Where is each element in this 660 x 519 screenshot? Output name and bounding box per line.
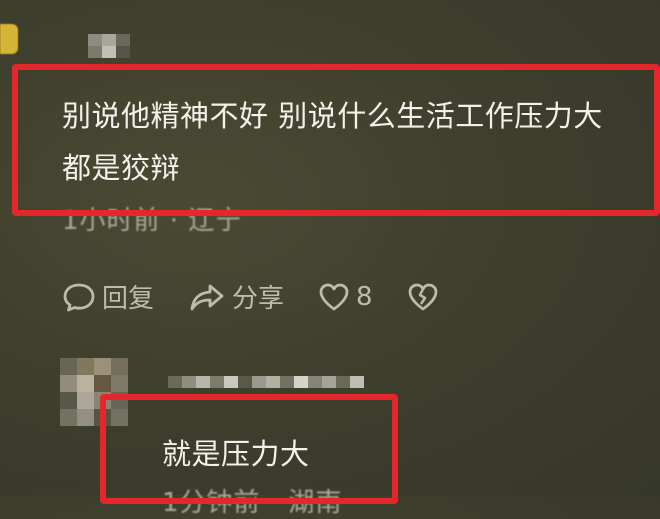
share-label: 分享 xyxy=(232,284,285,314)
heart-icon xyxy=(318,282,350,312)
comment-actions: 回复 分享 8 xyxy=(62,278,473,315)
dislike-button[interactable] xyxy=(407,282,439,312)
share-arrow-icon xyxy=(188,281,226,313)
username-mosaic xyxy=(88,34,130,58)
broken-heart-icon xyxy=(407,282,439,312)
share-button[interactable]: 分享 xyxy=(188,278,284,315)
like-button[interactable]: 8 xyxy=(318,282,373,312)
like-count: 8 xyxy=(356,281,373,312)
avatar[interactable] xyxy=(0,24,18,54)
comment-bubble-icon xyxy=(62,281,96,313)
highlight-box-comment-1 xyxy=(12,64,660,216)
username-mosaic xyxy=(168,376,364,388)
highlight-box-comment-2 xyxy=(100,394,398,504)
reply-button[interactable]: 回复 xyxy=(62,278,154,315)
reply-label: 回复 xyxy=(102,284,155,314)
